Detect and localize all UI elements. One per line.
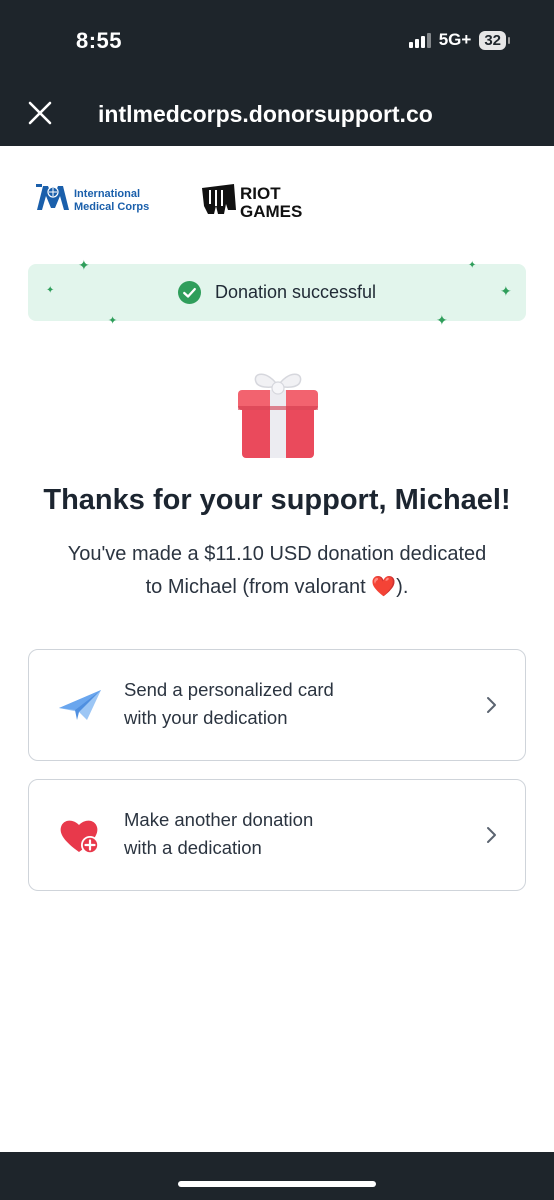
- bottom-bar: [0, 1152, 554, 1200]
- svg-text:GAMES: GAMES: [240, 202, 302, 220]
- status-indicators: 5G+ 32: [408, 30, 510, 50]
- chevron-right-icon: [487, 697, 496, 713]
- page-title: Thanks for your support, Michael!: [43, 484, 511, 516]
- donation-description-line1: You've made a $11.10 USD donation dedica…: [67, 543, 487, 565]
- riot-games-logo: RIOT GAMES: [202, 184, 302, 220]
- success-message: Donation successful: [214, 282, 377, 302]
- chevron-right-icon: [487, 827, 496, 843]
- page-url: intlmedcorps.donorsupport.co: [98, 101, 433, 127]
- browser-header: 8:55 5G+ 32 intlmedcorps.donorsupport.co: [0, 0, 554, 146]
- heart-emoji: ❤️: [371, 576, 397, 598]
- network-type: 5G+: [438, 30, 472, 49]
- home-indicator[interactable]: [178, 1181, 376, 1187]
- success-banner: ✦ ✦ ✦ ✦ ✦ ✦ Donation successful: [28, 258, 526, 327]
- close-button[interactable]: [26, 99, 54, 127]
- paper-plane-icon: [59, 690, 101, 720]
- svg-text:RIOT: RIOT: [240, 184, 281, 203]
- another-donation-button[interactable]: Make another donation with a dedication: [28, 779, 526, 891]
- svg-text:Medical Corps: Medical Corps: [74, 201, 149, 213]
- status-time: 8:55: [76, 28, 123, 53]
- donation-description-line2: to Michael (from valorant: [145, 576, 372, 598]
- signal-icon: [408, 32, 431, 48]
- donation-description-end: ).: [396, 576, 409, 598]
- heart-plus-icon: [60, 820, 99, 854]
- send-card-line2: with your dedication: [124, 707, 288, 728]
- battery-level: 32: [479, 30, 506, 50]
- partner-logos: International Medical Corps RIOT GAMES: [36, 180, 336, 240]
- gift-icon: [238, 373, 318, 458]
- donation-description: You've made a $11.10 USD donation dedica…: [34, 538, 520, 604]
- imc-logo: International Medical Corps: [36, 184, 149, 213]
- another-donation-line1: Make another donation: [124, 809, 314, 830]
- another-donation-line2: with a dedication: [124, 837, 262, 858]
- svg-text:International: International: [74, 188, 140, 200]
- battery-icon: 32: [479, 30, 510, 50]
- send-card-button[interactable]: Send a personalized card with your dedic…: [28, 649, 526, 761]
- check-circle-icon: [177, 281, 201, 304]
- close-icon: [28, 101, 52, 125]
- send-card-line1: Send a personalized card: [124, 679, 334, 700]
